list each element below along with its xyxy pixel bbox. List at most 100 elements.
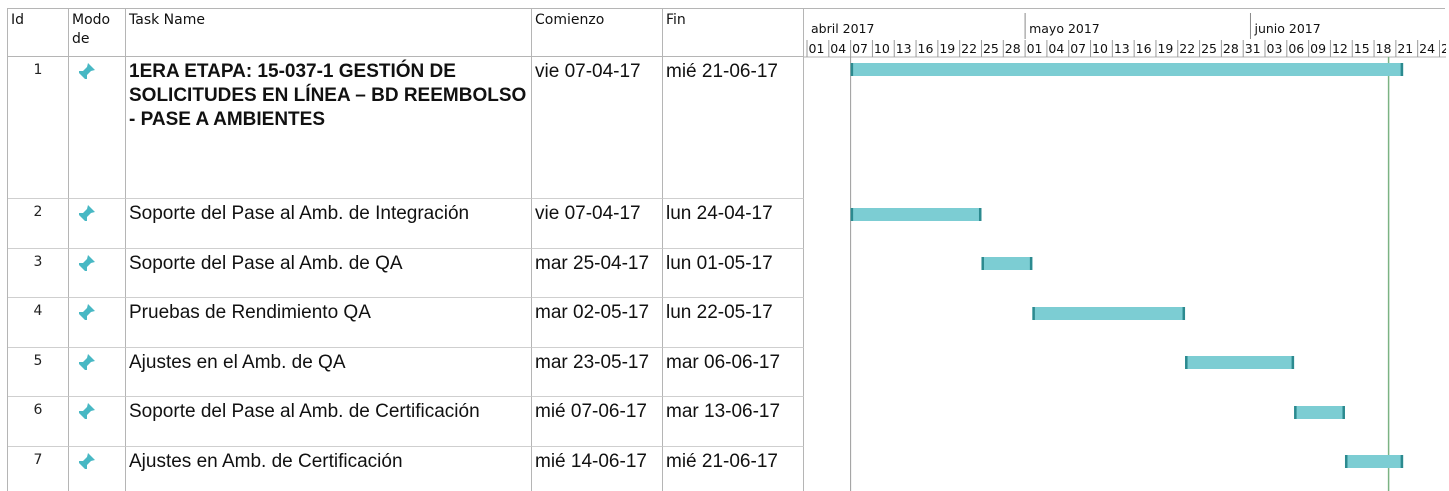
table-row[interactable]: 1 1ERA ETAPA: 15-037-1 GESTIÓN DE SOLICIT… (8, 57, 804, 199)
task-mode-cell[interactable] (69, 298, 126, 348)
task-bar (1185, 356, 1295, 369)
task-bar (981, 257, 1033, 270)
task-bar-end-cap (1400, 63, 1404, 76)
task-start[interactable]: mar 23-05-17 (532, 348, 663, 397)
task-finish[interactable]: mar 13-06-17 (663, 397, 804, 447)
task-finish[interactable]: mié 21-06-17 (663, 447, 804, 491)
task-bar (1294, 406, 1345, 419)
timescale-day-label: 15 (1354, 41, 1370, 56)
table-row[interactable]: 2 Soporte del Pase al Amb. de Integración… (8, 199, 804, 249)
timescale-day-label: 25 (1201, 41, 1217, 56)
task-finish[interactable]: lun 01-05-17 (663, 249, 804, 298)
task-bar-start-cap (981, 257, 984, 270)
task-bar (1344, 455, 1404, 468)
task-bar-start-cap (1294, 406, 1297, 419)
pin-icon (77, 304, 95, 322)
gantt-chart[interactable]: abril 2017 mayo 2017 junio 2017 01 04 07 10 13 1… (804, 9, 1446, 491)
task-id[interactable]: 7 (8, 447, 69, 491)
timescale-day-label: 16 (918, 41, 934, 56)
task-start[interactable]: mié 07-06-17 (532, 397, 663, 447)
task-id[interactable]: 5 (8, 348, 69, 397)
table-row[interactable]: 6 Soporte del Pase al Amb. de Certificaci… (8, 397, 804, 447)
task-mode-cell[interactable] (69, 447, 126, 491)
task-bar-start-cap (850, 63, 854, 76)
task-name[interactable]: Pruebas de Rendimiento QA (126, 298, 532, 348)
timescale-day-label: 07 (1070, 41, 1086, 56)
timescale-day-label: 10 (874, 41, 890, 56)
table-row[interactable]: 5 Ajustes en el Amb. de QA mar 23-05-17 mar… (8, 348, 804, 397)
timescale-day-label: 13 (896, 41, 912, 56)
table-row[interactable]: 3 Soporte del Pase al Amb. de QA mar 25-04… (8, 249, 804, 298)
task-name[interactable]: Ajustes en el Amb. de QA (126, 348, 532, 397)
task-start[interactable]: mié 14-06-17 (532, 447, 663, 491)
table-row[interactable]: 7 Ajustes en Amb. de Certificación mié 14-… (8, 447, 804, 491)
timescale-day-label: 22 (1179, 41, 1195, 56)
task-start[interactable]: vie 07-04-17 (532, 57, 663, 199)
timescale-day-label: 28 (1005, 41, 1021, 56)
timescale-day-label: 21 (1397, 41, 1413, 56)
header-start[interactable]: Comienzo (532, 9, 663, 57)
task-bar-end-cap (978, 208, 982, 221)
header-task-mode[interactable]: Modo de (69, 9, 126, 57)
timescale-day-label: 01 (1027, 41, 1043, 56)
timescale-day-label: 12 (1332, 41, 1348, 56)
timescale-day-label: 16 (1136, 41, 1152, 56)
task-bar-start-cap (1344, 455, 1348, 468)
task-id[interactable]: 2 (8, 199, 69, 249)
pin-icon (77, 63, 95, 81)
task-bar (1032, 307, 1186, 320)
task-name[interactable]: Soporte del Pase al Amb. de Integración (126, 199, 532, 249)
task-mode-cell[interactable] (69, 199, 126, 249)
task-mode-cell[interactable] (69, 57, 126, 199)
gantt-sheet: Id Modo de Task Name Comienzo Fin 1 1ERA … (7, 8, 1446, 491)
table-row[interactable]: 4 Pruebas de Rendimiento QA mar 02-05-17 lu… (8, 298, 804, 348)
timescale-day-label: 04 (830, 41, 846, 56)
pin-icon (77, 205, 95, 223)
task-bar (850, 63, 1404, 76)
header-finish[interactable]: Fin (663, 9, 804, 57)
task-bar (850, 208, 982, 221)
timescale-day-label: 10 (1092, 41, 1108, 56)
task-bar-start-cap (1185, 356, 1188, 369)
task-start[interactable]: mar 02-05-17 (532, 298, 663, 348)
task-id[interactable]: 6 (8, 397, 69, 447)
task-name[interactable]: Soporte del Pase al Amb. de Certificació… (126, 397, 532, 447)
pin-icon (77, 354, 95, 372)
timescale-day-label: 03 (1267, 41, 1283, 56)
task-mode-cell[interactable] (69, 397, 126, 447)
task-finish[interactable]: lun 24-04-17 (663, 199, 804, 249)
timescale-day-label: 24 (1419, 41, 1435, 56)
task-finish[interactable]: lun 22-05-17 (663, 298, 804, 348)
timescale-day-label: 07 (852, 41, 868, 56)
timescale-day-label: 2 (1441, 41, 1446, 56)
task-name[interactable]: Soporte del Pase al Amb. de QA (126, 249, 532, 298)
timescale-day-label: 19 (1157, 41, 1173, 56)
task-bar-end-cap (1400, 455, 1404, 468)
task-mode-cell[interactable] (69, 348, 126, 397)
task-finish[interactable]: mar 06-06-17 (663, 348, 804, 397)
header-id[interactable]: Id (8, 9, 69, 57)
task-name[interactable]: Ajustes en Amb. de Certificación (126, 447, 532, 491)
task-start[interactable]: mar 25-04-17 (532, 249, 663, 298)
pin-icon (77, 453, 95, 471)
timescale-day-label: 09 (1310, 41, 1326, 56)
task-bar-end-cap (1291, 356, 1295, 369)
task-bar-start-cap (850, 208, 854, 221)
task-bar-end-cap (1182, 307, 1186, 320)
task-id[interactable]: 4 (8, 298, 69, 348)
task-name[interactable]: 1ERA ETAPA: 15-037-1 GESTIÓN DE SOLICITU… (126, 57, 532, 199)
timescale-day-label: 31 (1245, 41, 1261, 56)
timescale-month-label: mayo 2017 (1029, 21, 1100, 36)
task-mode-cell[interactable] (69, 249, 126, 298)
task-id[interactable]: 3 (8, 249, 69, 298)
header-task-name[interactable]: Task Name (126, 9, 532, 57)
pin-icon (77, 255, 95, 273)
timescale-day-label: 28 (1223, 41, 1239, 56)
timescale-day-label: 22 (961, 41, 977, 56)
task-id[interactable]: 1 (8, 57, 69, 199)
timescale-month-label: junio 2017 (1253, 21, 1320, 36)
task-finish[interactable]: mié 21-06-17 (663, 57, 804, 199)
pin-icon (77, 403, 95, 421)
task-bar-end-cap (1342, 406, 1345, 419)
task-start[interactable]: vie 07-04-17 (532, 199, 663, 249)
